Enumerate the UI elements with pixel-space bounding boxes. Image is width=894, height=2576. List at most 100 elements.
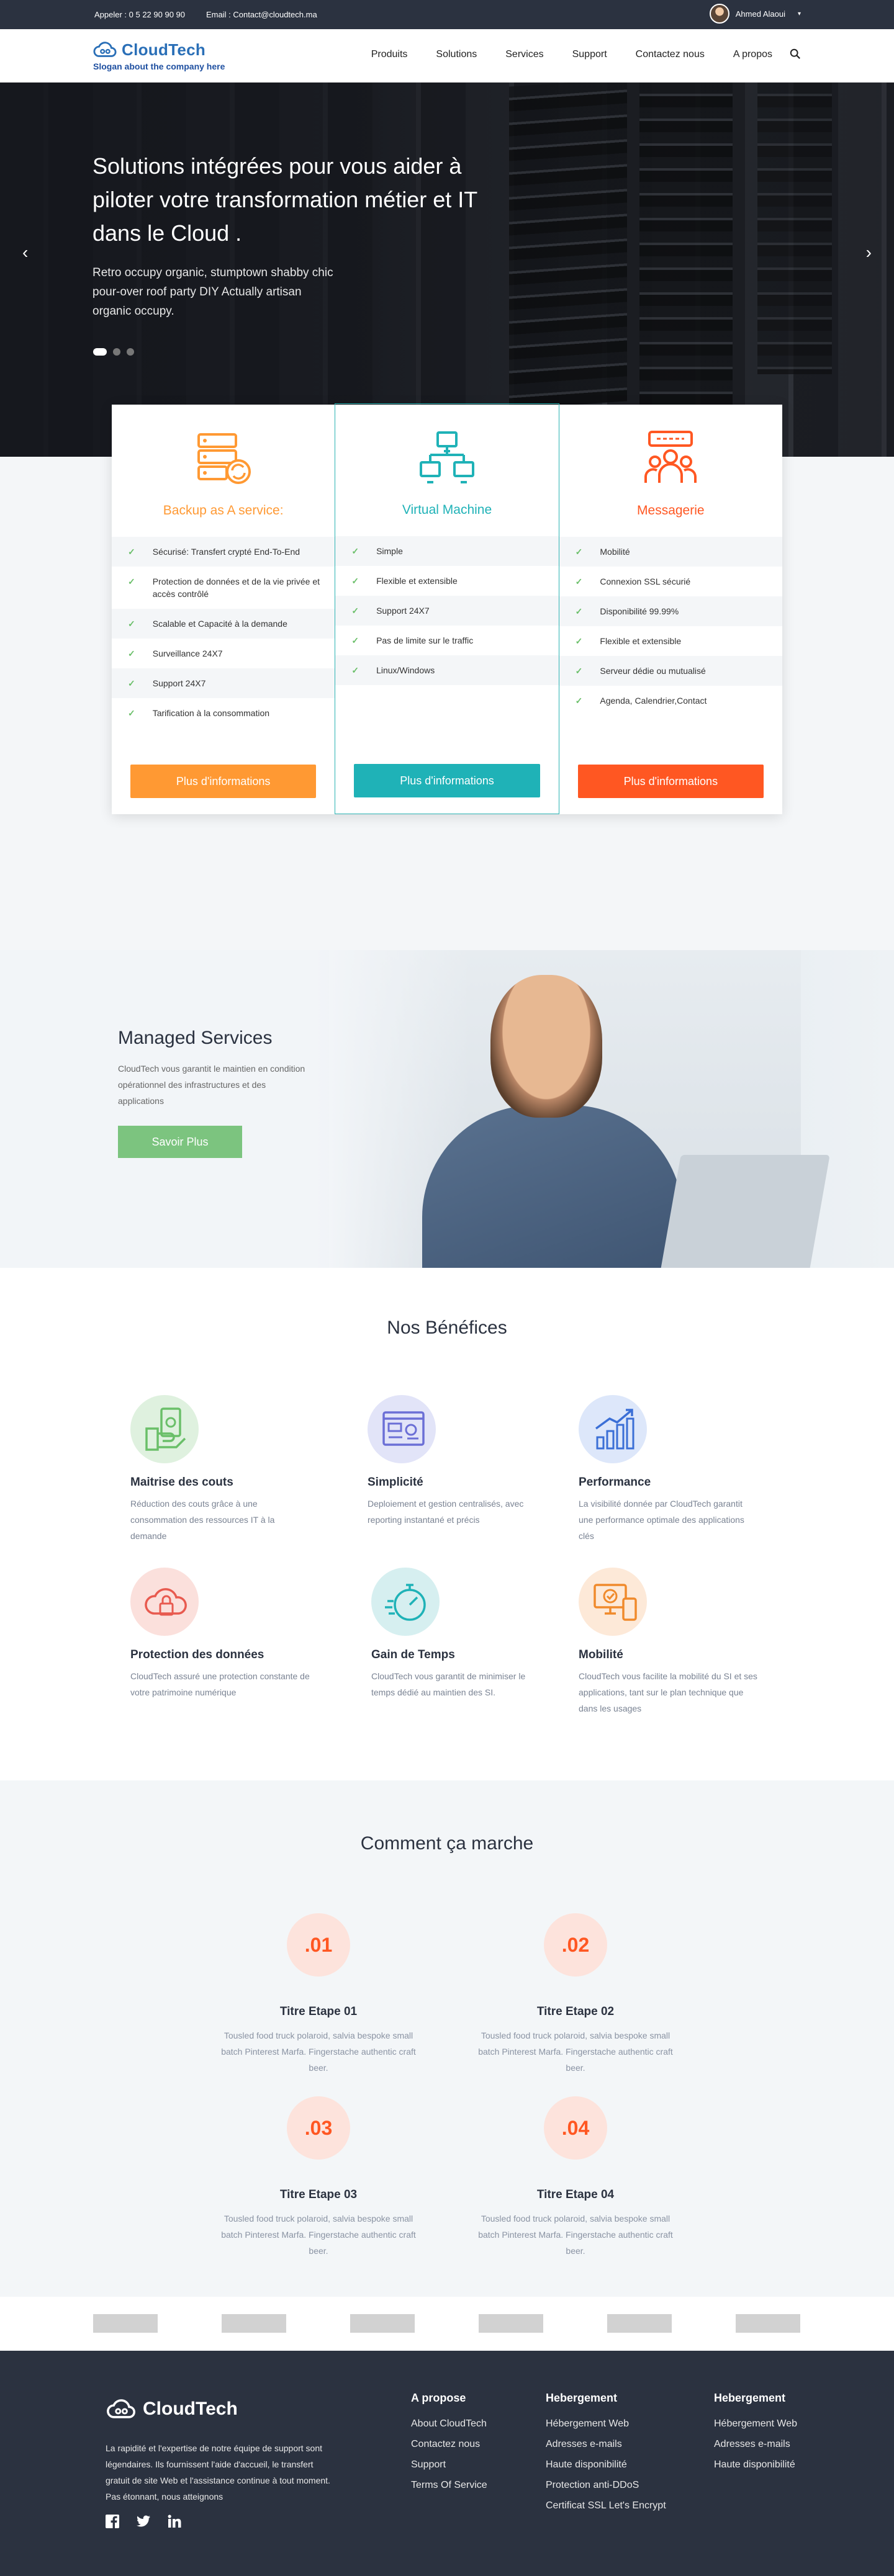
user-menu[interactable]: Ahmed Alaoui ▾ (709, 4, 801, 24)
linkedin-icon[interactable] (168, 2515, 181, 2528)
nav-produits[interactable]: Produits (371, 49, 408, 60)
feature-text: Scalable et Capacité à la demande (152, 619, 287, 629)
feature-text: Connexion SSL sécurié (600, 577, 691, 586)
vm-more-info-button[interactable]: Plus d'informations (354, 764, 540, 797)
feature-text: Mobilité (600, 547, 630, 557)
feature-text: Pas de limite sur le traffic (376, 635, 474, 645)
savoir-plus-button[interactable]: Savoir Plus (118, 1126, 242, 1158)
how-it-works-section: Comment ça marche .01 Titre Etape 01 Tou… (0, 1780, 894, 2297)
check-icon: ✓ (351, 665, 359, 675)
feature-list: ✓ Sécurisé: Transfert crypté End-To-End ✓… (112, 537, 335, 728)
twitter-icon[interactable] (137, 2515, 150, 2528)
logo-text: CloudTech (122, 40, 206, 59)
footer-link[interactable]: Contactez nous (411, 2439, 487, 2450)
benefit-item: Performance La visibilité donnée par Clo… (579, 1395, 759, 1544)
chevron-down-icon[interactable]: ▾ (798, 11, 801, 17)
slider-dot[interactable] (93, 348, 107, 356)
benefit-title: Maitrise des couts (130, 1476, 233, 1489)
slider-dot[interactable] (127, 348, 134, 356)
section-text: CloudTech vous garantit le maintien en c… (118, 1064, 305, 1106)
check-icon: ✓ (128, 577, 135, 586)
footer-link[interactable]: Hébergement Web (546, 2418, 666, 2430)
benefit-text: CloudTech vous garantit de minimiser le … (371, 1671, 526, 1697)
card-title: Virtual Machine (402, 503, 492, 517)
footer-link[interactable]: Haute disponibilité (546, 2459, 666, 2471)
step-text: Tousled food truck polaroid, salvia besp… (478, 2214, 673, 2256)
avatar[interactable] (709, 4, 729, 24)
nav-solutions[interactable]: Solutions (436, 49, 477, 60)
footer-link[interactable]: Haute disponibilité (714, 2459, 797, 2471)
footer-about-text: La rapidité et l'expertise de notre équi… (106, 2443, 330, 2502)
growth-chart-icon (595, 1409, 634, 1450)
footer-link[interactable]: Terms Of Service (411, 2480, 487, 2491)
list-item: ✓ Support 24X7 (112, 668, 335, 698)
card-backup: Backup as A service: ✓ Sécurisé: Transfer… (112, 405, 335, 814)
backup-more-info-button[interactable]: Plus d'informations (130, 765, 317, 798)
network-monitors-icon (419, 431, 474, 483)
check-icon: ✓ (575, 696, 583, 706)
partner-logo[interactable] (222, 2314, 286, 2333)
hero-text: Retro occupy organic, stumptown shabby c… (93, 266, 333, 318)
step-number: .01 (287, 1913, 350, 1977)
check-icon: ✓ (575, 577, 583, 586)
dashboard-window-icon (382, 1411, 425, 1446)
services-section: Backup as A service: ✓ Sécurisé: Transfer… (0, 403, 894, 950)
messagerie-more-info-button[interactable]: Plus d'informations (577, 765, 764, 798)
step-number: .03 (287, 2096, 350, 2160)
footer-column-title: Hebergement (714, 2392, 786, 2404)
slider-dot[interactable] (113, 348, 120, 356)
step-item: .02 Titre Etape 02 Tousled food truck po… (476, 1913, 675, 2076)
partner-logo[interactable] (350, 2314, 415, 2333)
footer-link[interactable]: Protection anti-DDoS (546, 2480, 666, 2491)
logo[interactable]: CloudTech Slogan about the company here (93, 39, 225, 72)
step-item: .01 Titre Etape 01 Tousled food truck po… (219, 1913, 418, 2076)
search-icon[interactable] (790, 48, 801, 60)
feature-list: ✓ Mobilité ✓ Connexion SSL sécurié ✓ Dispon… (559, 537, 782, 716)
footer-link[interactable]: Hébergement Web (714, 2418, 797, 2430)
check-icon: ✓ (351, 576, 359, 586)
nav-services[interactable]: Services (505, 49, 543, 60)
list-item: ✓ Serveur dédie ou mutualisé (559, 656, 782, 686)
step-title: Titre Etape 03 (279, 2188, 358, 2201)
hero-image (509, 83, 627, 410)
partner-logo[interactable] (736, 2314, 800, 2333)
footer-link[interactable]: Certificat SSL Let's Encrypt (546, 2500, 666, 2511)
slider-next-icon[interactable]: › (866, 243, 872, 263)
phone-text[interactable]: Appeler : 0 5 22 90 90 90 (94, 10, 185, 19)
step-text: Tousled food truck polaroid, salvia besp… (221, 2214, 416, 2256)
devices-check-icon (594, 1584, 637, 1621)
footer-link[interactable]: About CloudTech (411, 2418, 487, 2430)
hero-image-rack (757, 83, 832, 374)
partner-logo[interactable] (479, 2314, 543, 2333)
feature-text: Sécurisé: Transfert crypté End-To-End (152, 547, 300, 557)
footer: CloudTech La rapidité et l'expertise de … (0, 2351, 894, 2576)
nav-contactez-nous[interactable]: Contactez nous (636, 49, 705, 60)
footer-logo[interactable]: CloudTech (106, 2397, 238, 2421)
nav-a-propos[interactable]: A propos (733, 49, 772, 60)
feature-text: Disponibilité 99.99% (600, 606, 679, 616)
cloud-logo-icon (107, 2399, 135, 2418)
check-icon: ✓ (128, 619, 135, 629)
list-item: ✓ Connexion SSL sécurié (559, 567, 782, 596)
facebook-icon[interactable] (106, 2515, 119, 2528)
hero-image-rack (639, 83, 733, 430)
footer-column: A propose About CloudTech Contactez nous… (411, 2392, 487, 2500)
footer-link[interactable]: Adresses e-mails (714, 2439, 797, 2450)
feature-text: Support 24X7 (152, 678, 206, 688)
footer-link[interactable]: Adresses e-mails (546, 2439, 666, 2450)
top-bar: Appeler : 0 5 22 90 90 90 Email : Contac… (0, 0, 894, 29)
nav-support[interactable]: Support (572, 49, 607, 60)
user-name[interactable]: Ahmed Alaoui (736, 9, 785, 19)
footer-link[interactable]: Support (411, 2459, 487, 2471)
service-cards: Backup as A service: ✓ Sécurisé: Transfer… (112, 403, 782, 814)
slider-prev-icon[interactable]: ‹ (22, 243, 28, 263)
benefit-title: Mobilité (579, 1648, 623, 1661)
email-text[interactable]: Email : Contact@cloudtech.ma (206, 10, 317, 19)
section-title: Nos Bénéfices (387, 1317, 507, 1338)
partner-logo[interactable] (93, 2314, 158, 2333)
benefit-title: Simplicité (368, 1476, 423, 1489)
list-item: ✓ Support 24X7 (335, 596, 559, 626)
partner-logo[interactable] (607, 2314, 672, 2333)
feature-text: Flexible et extensible (600, 636, 682, 646)
person-image-head (490, 975, 602, 1118)
